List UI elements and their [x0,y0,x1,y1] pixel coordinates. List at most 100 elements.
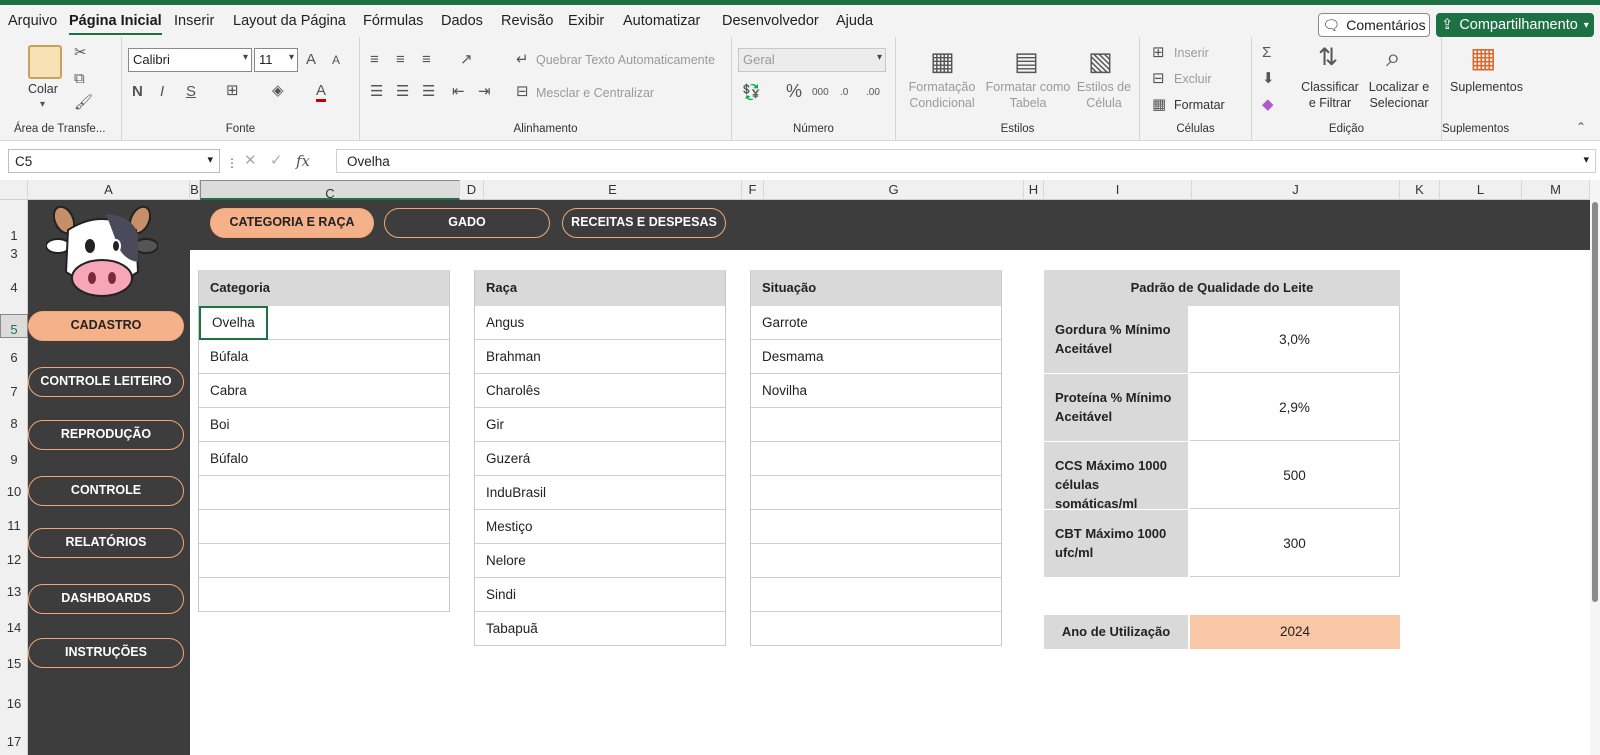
merge-center-button[interactable]: Mesclar e Centralizar [536,85,654,101]
table-cell[interactable]: Cabra [199,374,449,408]
row-header[interactable]: 8 [0,416,28,436]
merge-icon[interactable]: ⊟ [516,84,529,100]
table-cell[interactable]: Brahman [475,340,725,374]
borders-icon[interactable]: ⊞ [226,83,239,99]
column-header[interactable]: B [190,180,200,200]
quality-value[interactable]: 2,9% [1190,374,1400,441]
table-cell[interactable]: Garrote [751,306,1001,340]
align-right-icon[interactable]: ☰ [422,84,435,100]
cell-styles-line2[interactable]: Célula [1074,95,1134,111]
tab-desenvolvedor[interactable]: Desenvolvedor [722,13,819,29]
select-all-corner[interactable] [0,180,28,200]
paste-icon[interactable] [28,45,62,79]
table-cell[interactable]: Novilha [751,374,1001,408]
tab-dados[interactable]: Dados [441,13,483,29]
format-painter-icon[interactable]: 🖌 [74,95,93,111]
table-cell[interactable]: Boi [199,408,449,442]
cell-styles-line1[interactable]: Estilos de [1074,79,1134,95]
row-header[interactable]: 6 [0,350,28,370]
align-middle-icon[interactable]: ≡ [396,52,405,68]
row-header[interactable]: 7 [0,384,28,404]
column-header[interactable]: M [1522,180,1590,200]
collapse-ribbon-icon[interactable]: ⌃ [1576,119,1586,135]
nav-controle-button[interactable]: CONTROLE [28,476,184,506]
insert-cells-icon[interactable]: ⊞ [1152,45,1165,61]
tab-ajuda[interactable]: Ajuda [836,13,873,29]
autosum-icon[interactable]: Σ [1262,45,1271,61]
tab-layout[interactable]: Layout da Página [233,13,346,29]
nav-reproducao-button[interactable]: REPRODUÇÃO [28,420,184,450]
delete-cells-icon[interactable]: ⊟ [1152,71,1165,87]
column-header[interactable]: I [1044,180,1192,200]
font-name-select[interactable]: Calibri ▾ [128,48,252,72]
nav-relatorios-button[interactable]: RELATÓRIOS [28,528,184,558]
nav-receitas-despesas-button[interactable]: RECEITAS E DESPESAS [562,208,726,238]
column-header[interactable]: E [484,180,742,200]
table-cell[interactable] [199,578,449,612]
table-cell[interactable] [751,544,1001,578]
addins-button[interactable]: Suplementos [1450,79,1523,95]
nav-cadastro-button[interactable]: CADASTRO [28,311,184,341]
table-cell[interactable]: Gir [475,408,725,442]
scrollbar-thumb[interactable] [1592,202,1598,602]
table-cell[interactable] [199,476,449,510]
tab-revisao[interactable]: Revisão [501,13,553,29]
row-header[interactable]: 3 [0,246,28,264]
tab-inserir[interactable]: Inserir [174,13,214,29]
wrap-text-button[interactable]: Quebrar Texto Automaticamente [536,52,715,68]
sort-filter-icon[interactable]: ⇅ [1318,45,1338,71]
row-header[interactable]: 13 [0,584,28,604]
align-left-icon[interactable]: ☰ [370,84,383,100]
row-header[interactable]: 10 [0,484,28,504]
table-cell[interactable]: Ovelha [199,306,268,340]
column-header[interactable]: L [1440,180,1522,200]
row-header[interactable]: 11 [0,518,28,538]
comma-style-icon[interactable]: 000 [812,85,829,101]
row-header[interactable]: 4 [0,280,28,302]
decrease-indent-icon[interactable]: ⇤ [452,84,465,100]
tab-exibir[interactable]: Exibir [568,13,604,29]
cancel-icon[interactable]: ✕ [244,153,257,169]
wrap-text-icon[interactable]: ↵ [516,52,529,68]
fill-icon[interactable]: ⬇ [1262,71,1275,87]
conditional-format-line2[interactable]: Condicional [904,95,980,111]
nav-dashboards-button[interactable]: DASHBOARDS [28,584,184,614]
table-cell[interactable]: Angus [475,306,725,340]
table-cell[interactable] [199,544,449,578]
table-cell[interactable]: Nelore [475,544,725,578]
conditional-format-icon[interactable]: ▦ [930,47,955,75]
row-header[interactable]: 12 [0,552,28,572]
delete-cells-button[interactable]: Excluir [1174,71,1212,87]
table-cell[interactable]: Desmama [751,340,1001,374]
table-cell[interactable] [751,476,1001,510]
table-cell[interactable]: Guzerá [475,442,725,476]
table-cell[interactable] [751,442,1001,476]
table-cell[interactable] [751,510,1001,544]
nav-gado-button[interactable]: GADO [384,208,550,238]
table-cell[interactable]: Sindi [475,578,725,612]
align-top-icon[interactable]: ≡ [370,52,379,68]
underline-icon[interactable]: S [186,84,196,100]
row-header[interactable]: 17 [0,734,28,754]
column-header[interactable]: G [764,180,1024,200]
row-header[interactable]: 15 [0,656,28,676]
row-header[interactable]: 14 [0,620,28,640]
percent-icon[interactable]: % [786,82,802,100]
conditional-format-line1[interactable]: Formatação [904,79,980,95]
sort-filter-line2[interactable]: e Filtrar [1296,95,1364,111]
increase-decimal-icon[interactable]: .0 [840,85,848,101]
fill-color-icon[interactable]: ◈ [272,83,284,99]
tab-pagina-inicial[interactable]: Página Inicial [69,13,162,35]
orientation-icon[interactable]: ↗ [460,52,473,68]
year-value[interactable]: 2024 [1190,615,1400,649]
row-header[interactable]: 9 [0,452,28,472]
table-cell[interactable]: Mestiço [475,510,725,544]
sort-filter-line1[interactable]: Classificar [1296,79,1364,95]
quality-value[interactable]: 3,0% [1190,306,1400,373]
table-cell[interactable]: Búfala [199,340,449,374]
insert-cells-button[interactable]: Inserir [1174,45,1209,61]
bold-icon[interactable]: N [132,84,143,100]
increase-font-icon[interactable]: A [306,52,316,68]
number-format-select[interactable]: Geral ▾ [738,48,886,72]
find-select-line1[interactable]: Localizar e [1362,79,1436,95]
